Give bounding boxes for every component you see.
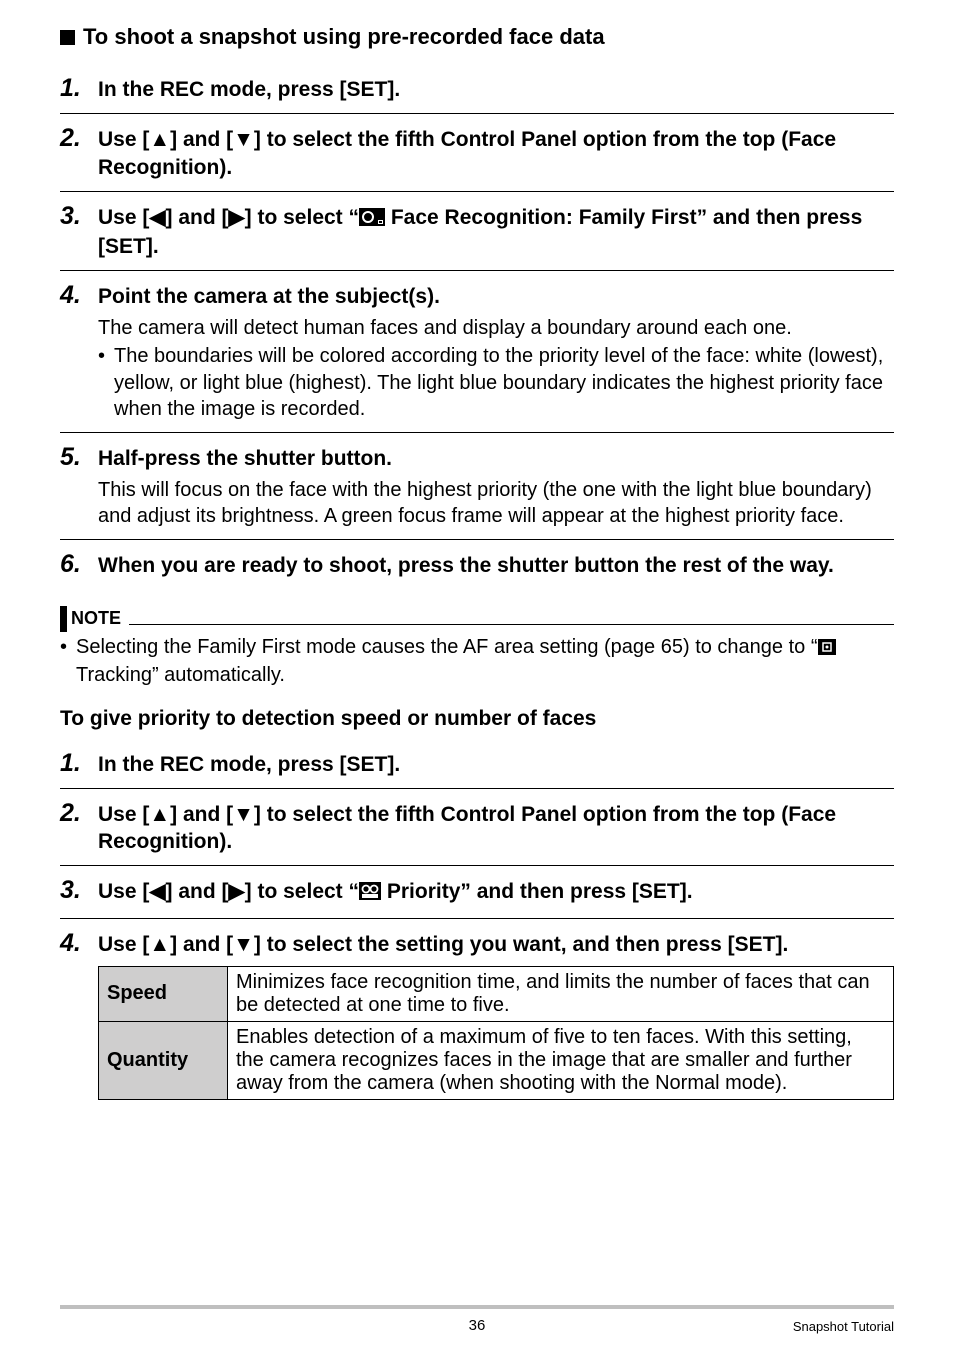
step-b4: 4. Use [▲] and [▼] to select the setting… (60, 919, 894, 1110)
footer-section: Snapshot Tutorial (793, 1319, 894, 1334)
step-b1: 1. In the REC mode, press [SET]. (60, 739, 894, 789)
step-title: Use [▲] and [▼] to select the fifth Cont… (98, 801, 894, 856)
step-title: Half-press the shutter button. (98, 445, 392, 472)
step-b2: 2. Use [▲] and [▼] to select the fifth C… (60, 789, 894, 867)
step-number: 3. (60, 876, 98, 905)
step-title: In the REC mode, press [SET]. (98, 751, 400, 778)
step3-pre: Use [◀] and [▶] to select “ (98, 206, 359, 229)
tracking-icon (818, 636, 836, 662)
option-label: Quantity (99, 1021, 228, 1099)
note-bar-icon (60, 606, 67, 632)
heading-bullet-icon (60, 30, 75, 45)
bullet-dot: • (60, 634, 76, 689)
table-row: Quantity Enables detection of a maximum … (99, 1021, 894, 1099)
section-heading: To shoot a snapshot using pre-recorded f… (60, 24, 894, 50)
step-number: 6. (60, 550, 98, 579)
step-title: When you are ready to shoot, press the s… (98, 552, 834, 579)
step-number: 4. (60, 929, 98, 958)
step4-body-bullet: The boundaries will be colored according… (114, 343, 894, 422)
step-number: 3. (60, 202, 98, 231)
step-title: In the REC mode, press [SET]. (98, 76, 400, 103)
step-title: Use [◀] and [▶] to select “ Priority” an… (98, 878, 693, 907)
step-number: 2. (60, 124, 98, 153)
sub-heading: To give priority to detection speed or n… (60, 707, 894, 731)
step4-body-line: The camera will detect human faces and d… (98, 315, 894, 341)
page-number: 36 (60, 1317, 894, 1334)
priority-icon (359, 880, 381, 907)
step-number: 1. (60, 74, 98, 103)
page-root: To shoot a snapshot using pre-recorded f… (0, 0, 954, 1357)
step-title: Use [▲] and [▼] to select the setting yo… (98, 931, 788, 958)
note-body-post: Tracking” automatically. (76, 664, 285, 686)
step-number: 2. (60, 799, 98, 828)
step-b3: 3. Use [◀] and [▶] to select “ Priority”… (60, 866, 894, 918)
note-heading: NOTE (60, 606, 894, 632)
bullet-dot: • (98, 343, 114, 422)
step-title: Point the camera at the subject(s). (98, 283, 440, 310)
step-number: 1. (60, 749, 98, 778)
heading-text: To shoot a snapshot using pre-recorded f… (83, 24, 605, 50)
step-a2: 2. Use [▲] and [▼] to select the fifth C… (60, 114, 894, 192)
table-row: Speed Minimizes face recognition time, a… (99, 966, 894, 1021)
step-a5: 5. Half-press the shutter button. This w… (60, 433, 894, 540)
step-title: Use [▲] and [▼] to select the fifth Cont… (98, 126, 894, 181)
note-label: NOTE (71, 608, 121, 629)
option-desc: Minimizes face recognition time, and lim… (228, 966, 894, 1021)
page-footer: 36 Snapshot Tutorial (60, 1305, 894, 1339)
step-body: This will focus on the face with the hig… (98, 477, 894, 530)
note-body: • Selecting the Family First mode causes… (60, 634, 894, 689)
step-a4: 4. Point the camera at the subject(s). T… (60, 271, 894, 433)
step-number: 4. (60, 281, 98, 310)
option-label: Speed (99, 966, 228, 1021)
note-divider (129, 613, 894, 625)
options-table: Speed Minimizes face recognition time, a… (98, 966, 894, 1100)
stepb3-post: Priority” and then press [SET]. (381, 880, 693, 903)
step-number: 5. (60, 443, 98, 472)
step-title: Use [◀] and [▶] to select “ Face Recogni… (98, 204, 894, 261)
note-body-pre: Selecting the Family First mode causes t… (76, 636, 818, 658)
stepb3-pre: Use [◀] and [▶] to select “ (98, 880, 359, 903)
step-body: The camera will detect human faces and d… (98, 315, 894, 423)
step-a6: 6. When you are ready to shoot, press th… (60, 540, 894, 589)
step-a3: 3. Use [◀] and [▶] to select “ Face Reco… (60, 192, 894, 272)
step-a1: 1. In the REC mode, press [SET]. (60, 64, 894, 114)
option-desc: Enables detection of a maximum of five t… (228, 1021, 894, 1099)
face-recognition-icon (359, 206, 385, 233)
